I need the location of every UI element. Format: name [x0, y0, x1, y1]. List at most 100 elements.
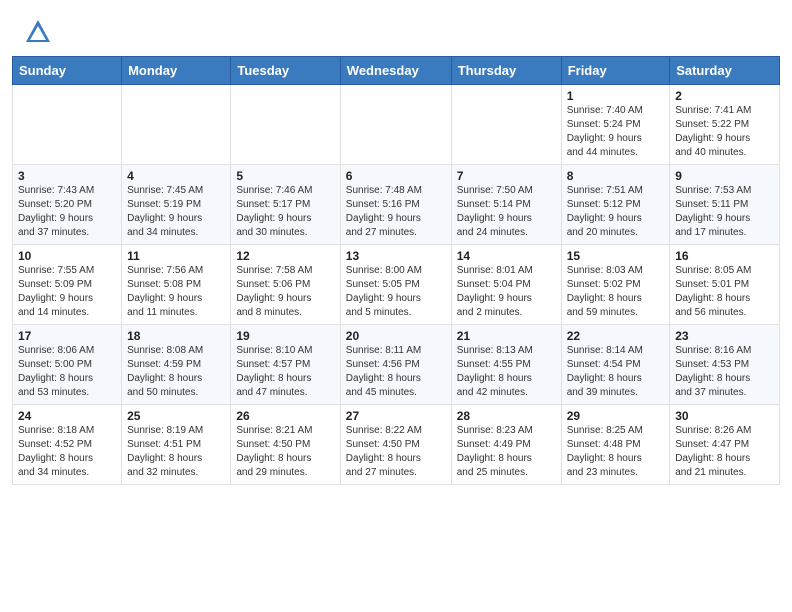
day-number: 23: [675, 329, 774, 343]
day-number: 25: [127, 409, 225, 423]
day-number: 15: [567, 249, 665, 263]
calendar-cell: [13, 85, 122, 165]
day-info: Sunrise: 8:16 AM Sunset: 4:53 PM Dayligh…: [675, 344, 774, 400]
day-info: Sunrise: 7:45 AM Sunset: 5:19 PM Dayligh…: [127, 184, 225, 240]
day-number: 9: [675, 169, 774, 183]
column-header-tuesday: Tuesday: [231, 57, 340, 85]
day-number: 17: [18, 329, 116, 343]
calendar-cell: 8Sunrise: 7:51 AM Sunset: 5:12 PM Daylig…: [561, 165, 670, 245]
calendar-cell: 13Sunrise: 8:00 AM Sunset: 5:05 PM Dayli…: [340, 245, 451, 325]
calendar-cell: 7Sunrise: 7:50 AM Sunset: 5:14 PM Daylig…: [451, 165, 561, 245]
calendar-cell: 12Sunrise: 7:58 AM Sunset: 5:06 PM Dayli…: [231, 245, 340, 325]
calendar-cell: 28Sunrise: 8:23 AM Sunset: 4:49 PM Dayli…: [451, 405, 561, 485]
calendar-cell: 26Sunrise: 8:21 AM Sunset: 4:50 PM Dayli…: [231, 405, 340, 485]
day-number: 24: [18, 409, 116, 423]
day-number: 21: [457, 329, 556, 343]
day-number: 14: [457, 249, 556, 263]
calendar-cell: 23Sunrise: 8:16 AM Sunset: 4:53 PM Dayli…: [670, 325, 780, 405]
day-number: 10: [18, 249, 116, 263]
day-number: 26: [236, 409, 334, 423]
logo: [24, 18, 56, 46]
day-info: Sunrise: 8:03 AM Sunset: 5:02 PM Dayligh…: [567, 264, 665, 320]
day-info: Sunrise: 8:18 AM Sunset: 4:52 PM Dayligh…: [18, 424, 116, 480]
calendar-cell: 10Sunrise: 7:55 AM Sunset: 5:09 PM Dayli…: [13, 245, 122, 325]
day-number: 6: [346, 169, 446, 183]
day-info: Sunrise: 8:00 AM Sunset: 5:05 PM Dayligh…: [346, 264, 446, 320]
day-info: Sunrise: 8:26 AM Sunset: 4:47 PM Dayligh…: [675, 424, 774, 480]
day-info: Sunrise: 7:43 AM Sunset: 5:20 PM Dayligh…: [18, 184, 116, 240]
column-header-thursday: Thursday: [451, 57, 561, 85]
calendar-cell: 18Sunrise: 8:08 AM Sunset: 4:59 PM Dayli…: [122, 325, 231, 405]
day-info: Sunrise: 8:23 AM Sunset: 4:49 PM Dayligh…: [457, 424, 556, 480]
calendar-cell: 11Sunrise: 7:56 AM Sunset: 5:08 PM Dayli…: [122, 245, 231, 325]
header-row: SundayMondayTuesdayWednesdayThursdayFrid…: [13, 57, 780, 85]
calendar-cell: [340, 85, 451, 165]
day-number: 12: [236, 249, 334, 263]
calendar-table: SundayMondayTuesdayWednesdayThursdayFrid…: [12, 56, 780, 485]
calendar-cell: 29Sunrise: 8:25 AM Sunset: 4:48 PM Dayli…: [561, 405, 670, 485]
week-row-2: 3Sunrise: 7:43 AM Sunset: 5:20 PM Daylig…: [13, 165, 780, 245]
day-info: Sunrise: 8:19 AM Sunset: 4:51 PM Dayligh…: [127, 424, 225, 480]
week-row-1: 1Sunrise: 7:40 AM Sunset: 5:24 PM Daylig…: [13, 85, 780, 165]
day-number: 19: [236, 329, 334, 343]
day-info: Sunrise: 8:01 AM Sunset: 5:04 PM Dayligh…: [457, 264, 556, 320]
calendar-cell: 30Sunrise: 8:26 AM Sunset: 4:47 PM Dayli…: [670, 405, 780, 485]
day-number: 7: [457, 169, 556, 183]
day-info: Sunrise: 8:10 AM Sunset: 4:57 PM Dayligh…: [236, 344, 334, 400]
day-info: Sunrise: 7:50 AM Sunset: 5:14 PM Dayligh…: [457, 184, 556, 240]
column-header-monday: Monday: [122, 57, 231, 85]
day-number: 22: [567, 329, 665, 343]
column-header-friday: Friday: [561, 57, 670, 85]
day-info: Sunrise: 8:25 AM Sunset: 4:48 PM Dayligh…: [567, 424, 665, 480]
day-info: Sunrise: 7:51 AM Sunset: 5:12 PM Dayligh…: [567, 184, 665, 240]
calendar-body: 1Sunrise: 7:40 AM Sunset: 5:24 PM Daylig…: [13, 85, 780, 485]
day-info: Sunrise: 8:14 AM Sunset: 4:54 PM Dayligh…: [567, 344, 665, 400]
day-info: Sunrise: 7:46 AM Sunset: 5:17 PM Dayligh…: [236, 184, 334, 240]
day-number: 29: [567, 409, 665, 423]
day-number: 5: [236, 169, 334, 183]
calendar-cell: 17Sunrise: 8:06 AM Sunset: 5:00 PM Dayli…: [13, 325, 122, 405]
week-row-5: 24Sunrise: 8:18 AM Sunset: 4:52 PM Dayli…: [13, 405, 780, 485]
day-info: Sunrise: 8:06 AM Sunset: 5:00 PM Dayligh…: [18, 344, 116, 400]
calendar-cell: 27Sunrise: 8:22 AM Sunset: 4:50 PM Dayli…: [340, 405, 451, 485]
day-number: 1: [567, 89, 665, 103]
day-number: 13: [346, 249, 446, 263]
day-info: Sunrise: 7:48 AM Sunset: 5:16 PM Dayligh…: [346, 184, 446, 240]
day-info: Sunrise: 8:21 AM Sunset: 4:50 PM Dayligh…: [236, 424, 334, 480]
week-row-4: 17Sunrise: 8:06 AM Sunset: 5:00 PM Dayli…: [13, 325, 780, 405]
calendar-cell: 16Sunrise: 8:05 AM Sunset: 5:01 PM Dayli…: [670, 245, 780, 325]
day-number: 20: [346, 329, 446, 343]
day-number: 8: [567, 169, 665, 183]
day-info: Sunrise: 7:41 AM Sunset: 5:22 PM Dayligh…: [675, 104, 774, 160]
calendar-cell: 24Sunrise: 8:18 AM Sunset: 4:52 PM Dayli…: [13, 405, 122, 485]
day-info: Sunrise: 7:40 AM Sunset: 5:24 PM Dayligh…: [567, 104, 665, 160]
day-number: 4: [127, 169, 225, 183]
day-number: 18: [127, 329, 225, 343]
week-row-3: 10Sunrise: 7:55 AM Sunset: 5:09 PM Dayli…: [13, 245, 780, 325]
calendar-cell: [451, 85, 561, 165]
day-number: 28: [457, 409, 556, 423]
day-info: Sunrise: 8:11 AM Sunset: 4:56 PM Dayligh…: [346, 344, 446, 400]
calendar-header: SundayMondayTuesdayWednesdayThursdayFrid…: [13, 57, 780, 85]
day-info: Sunrise: 8:22 AM Sunset: 4:50 PM Dayligh…: [346, 424, 446, 480]
calendar-cell: 21Sunrise: 8:13 AM Sunset: 4:55 PM Dayli…: [451, 325, 561, 405]
day-info: Sunrise: 8:05 AM Sunset: 5:01 PM Dayligh…: [675, 264, 774, 320]
calendar-cell: 9Sunrise: 7:53 AM Sunset: 5:11 PM Daylig…: [670, 165, 780, 245]
calendar-cell: 14Sunrise: 8:01 AM Sunset: 5:04 PM Dayli…: [451, 245, 561, 325]
page-header: [0, 0, 792, 56]
day-number: 3: [18, 169, 116, 183]
calendar-cell: [122, 85, 231, 165]
day-info: Sunrise: 7:58 AM Sunset: 5:06 PM Dayligh…: [236, 264, 334, 320]
calendar-cell: 4Sunrise: 7:45 AM Sunset: 5:19 PM Daylig…: [122, 165, 231, 245]
logo-icon: [24, 18, 52, 46]
calendar-cell: 3Sunrise: 7:43 AM Sunset: 5:20 PM Daylig…: [13, 165, 122, 245]
day-info: Sunrise: 7:55 AM Sunset: 5:09 PM Dayligh…: [18, 264, 116, 320]
calendar-wrapper: SundayMondayTuesdayWednesdayThursdayFrid…: [0, 56, 792, 497]
day-number: 27: [346, 409, 446, 423]
calendar-cell: 25Sunrise: 8:19 AM Sunset: 4:51 PM Dayli…: [122, 405, 231, 485]
calendar-cell: 5Sunrise: 7:46 AM Sunset: 5:17 PM Daylig…: [231, 165, 340, 245]
day-number: 16: [675, 249, 774, 263]
calendar-cell: 2Sunrise: 7:41 AM Sunset: 5:22 PM Daylig…: [670, 85, 780, 165]
calendar-cell: 1Sunrise: 7:40 AM Sunset: 5:24 PM Daylig…: [561, 85, 670, 165]
day-info: Sunrise: 7:56 AM Sunset: 5:08 PM Dayligh…: [127, 264, 225, 320]
